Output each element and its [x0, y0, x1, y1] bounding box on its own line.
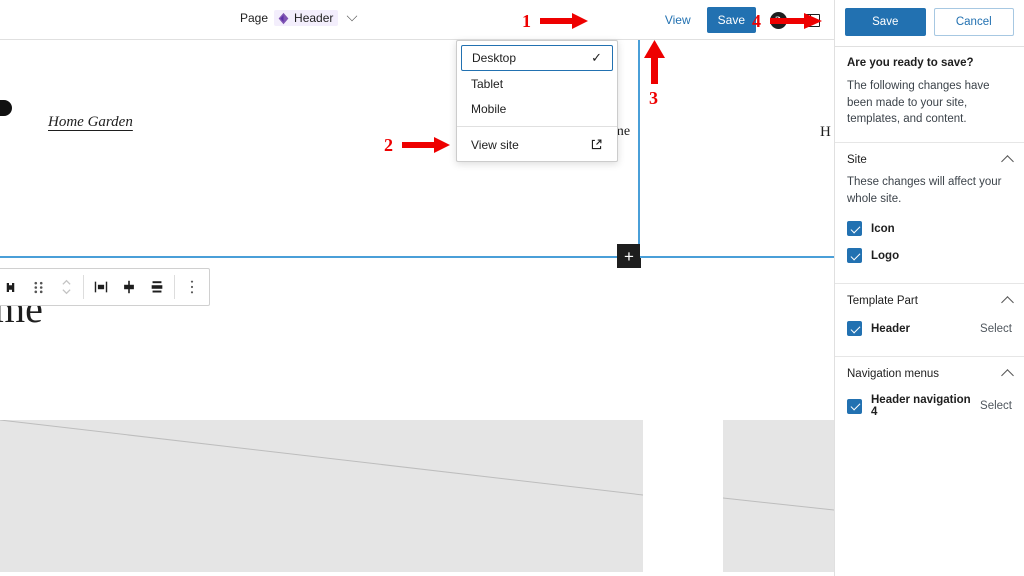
align-center-icon[interactable] — [115, 269, 143, 305]
section-title: Site — [847, 154, 867, 167]
dropdown-item-view-site[interactable]: View site — [461, 132, 613, 157]
image-placeholder[interactable] — [723, 420, 834, 572]
section-title: Template Part — [847, 295, 918, 308]
check-icon: ✓ — [591, 50, 602, 65]
editor-top-toolbar: Page Header View Save ? — [0, 0, 834, 40]
section-title: Navigation menus — [847, 368, 940, 381]
list-item-label: Header navigation 4 — [871, 394, 971, 419]
save-panel-actions: Save Cancel — [835, 0, 1024, 47]
add-block-button[interactable]: + — [617, 244, 641, 268]
site-logo-icon — [0, 98, 14, 146]
section-header-site[interactable]: Site — [835, 143, 1024, 174]
panel-save-button[interactable]: Save — [845, 8, 926, 36]
save-panel-description: The following changes have been made to … — [847, 80, 990, 126]
help-glyph: ? — [769, 11, 787, 29]
device-preview-dropdown[interactable]: Desktop ✓ Tablet Mobile View site — [456, 40, 618, 162]
chevron-down-icon[interactable] — [347, 10, 358, 22]
top-toolbar-actions: View Save ? — [659, 0, 834, 40]
chevron-up-icon[interactable] — [1001, 369, 1014, 383]
list-item[interactable]: Header Select — [835, 315, 1024, 342]
save-button[interactable]: Save — [706, 7, 756, 33]
dropdown-item-label: Desktop — [472, 51, 517, 65]
move-up-down-icon[interactable] — [52, 269, 80, 305]
dropdown-item-label: Mobile — [471, 101, 507, 116]
site-editor-screen: Home Garden ome + H me Page Header View … — [0, 0, 1024, 576]
external-link-icon — [590, 138, 603, 151]
save-changes-panel: Save Cancel Are you ready to save? The f… — [834, 0, 1024, 576]
list-item[interactable]: Header navigation 4 Select — [835, 388, 1024, 424]
checkbox-icon[interactable] — [847, 321, 862, 337]
breadcrumb: Page Header — [240, 10, 358, 26]
canvas-right-region: H — [640, 40, 834, 258]
checkbox-icon[interactable] — [847, 248, 862, 264]
block-toolbar-group-block — [0, 269, 83, 305]
save-panel-question: Are you ready to save? — [847, 57, 974, 69]
breadcrumb-chip-label: Header — [294, 11, 334, 25]
select-link[interactable]: Select — [980, 323, 1012, 335]
dropdown-item-tablet[interactable]: Tablet — [461, 71, 613, 96]
block-toolbar[interactable] — [0, 268, 210, 306]
align-right-icon[interactable] — [143, 269, 171, 305]
checkbox-icon[interactable] — [847, 398, 862, 414]
list-item[interactable]: Icon — [835, 215, 1024, 242]
block-toolbar-group-align — [84, 269, 174, 305]
chevron-up-icon[interactable] — [1001, 155, 1014, 168]
panel-section-template-part: Template Part Header Select — [835, 283, 1024, 342]
list-item-label: Logo — [871, 249, 900, 262]
save-panel-intro: Are you ready to save? The following cha… — [835, 47, 1024, 128]
sidebar-toggle-shape — [804, 13, 820, 27]
select-link[interactable]: Select — [980, 400, 1012, 412]
breadcrumb-page-label: Page — [240, 11, 269, 25]
template-part-diamond-icon — [277, 12, 290, 25]
dropdown-divider — [457, 126, 617, 127]
align-left-icon[interactable] — [87, 269, 115, 305]
three-dots-vertical-icon[interactable] — [178, 269, 206, 305]
dropdown-item-label: Tablet — [471, 76, 504, 91]
list-item[interactable]: Logo — [835, 242, 1024, 269]
strip-partial-text: H — [820, 124, 831, 140]
checkbox-icon[interactable] — [847, 221, 862, 237]
header-block-inner: Home Garden — [0, 98, 133, 146]
dropdown-item-desktop[interactable]: Desktop ✓ — [461, 45, 613, 71]
dropdown-item-mobile[interactable]: Mobile — [461, 96, 613, 121]
paragraph-block-icon[interactable] — [0, 269, 24, 305]
panel-section-site: Site These changes will affect your whol… — [835, 142, 1024, 269]
section-note: These changes will affect your whole sit… — [847, 176, 1002, 205]
breadcrumb-header-chip[interactable]: Header — [274, 10, 339, 26]
image-placeholder[interactable] — [0, 420, 643, 572]
section-header-navigation-menus[interactable]: Navigation menus — [835, 357, 1024, 388]
block-toolbar-group-more — [175, 269, 209, 305]
home-garden-link[interactable]: Home Garden — [48, 114, 133, 131]
drag-handle-icon[interactable] — [24, 269, 52, 305]
list-item-label: Header — [871, 322, 910, 335]
list-item-label: Icon — [871, 222, 895, 235]
dropdown-item-label: View site — [471, 137, 519, 152]
settings-sidebar-icon[interactable] — [800, 8, 824, 32]
view-button[interactable]: View — [659, 9, 697, 31]
editor-canvas[interactable]: Home Garden ome + H me — [0, 40, 834, 576]
chevron-up-icon[interactable] — [1001, 296, 1014, 310]
help-circle-icon[interactable]: ? — [766, 8, 790, 32]
panel-cancel-button[interactable]: Cancel — [933, 8, 1014, 36]
panel-section-navigation-menus: Navigation menus Header navigation 4 Sel… — [835, 356, 1024, 424]
section-header-template-part[interactable]: Template Part — [835, 284, 1024, 315]
